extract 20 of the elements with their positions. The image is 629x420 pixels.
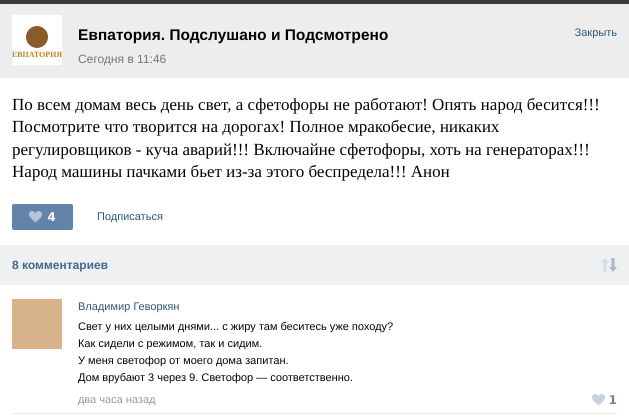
comment-author[interactable]: Владимир Геворкян xyxy=(78,298,617,316)
comment-line: У меня светофор от моего дома запитан. xyxy=(78,354,290,370)
post-time: Сегодня в 11:46 xyxy=(78,51,168,68)
avatar-placeholder xyxy=(12,298,62,349)
heart-icon xyxy=(29,210,42,223)
comment-like[interactable]: 1 xyxy=(592,391,617,410)
mascot-drawing xyxy=(26,26,48,48)
sort-icon[interactable] xyxy=(601,258,617,272)
like-button[interactable]: 4 xyxy=(12,204,73,230)
subscribe-link[interactable]: Подписаться xyxy=(97,208,163,225)
group-title[interactable]: Евпатория. Подслушано и Подсмотрено xyxy=(78,24,559,48)
close-link[interactable]: Закрыть xyxy=(574,25,617,67)
logo-text: ЕВПАТОРИЯ xyxy=(12,51,62,59)
heart-icon xyxy=(592,394,605,406)
post-text: По всем домам весь день свет, а сфетофоры не работают! Опять народ бесится!!! Посмотрите что творится на дорогах! Полное мракобесие, никаких регулировщиков - куча аварий!!! Включайне сфетофоры, хоть на генераторах!!! Народ машины пачками бьет из-за этого беспредела!!! Анон xyxy=(11,94,601,184)
comment-line: Свет у них целыми днями... с жиру там беситесь уже походу? xyxy=(78,320,394,336)
comment-line: Дом врубают 3 через 9. Светофор — соответственно. xyxy=(78,371,354,386)
comment-line: Как сидели с режимом, так и сидим. xyxy=(78,337,264,352)
comments-count: 8 комментариев xyxy=(12,256,108,274)
comment-time: два часа назад xyxy=(78,393,156,408)
